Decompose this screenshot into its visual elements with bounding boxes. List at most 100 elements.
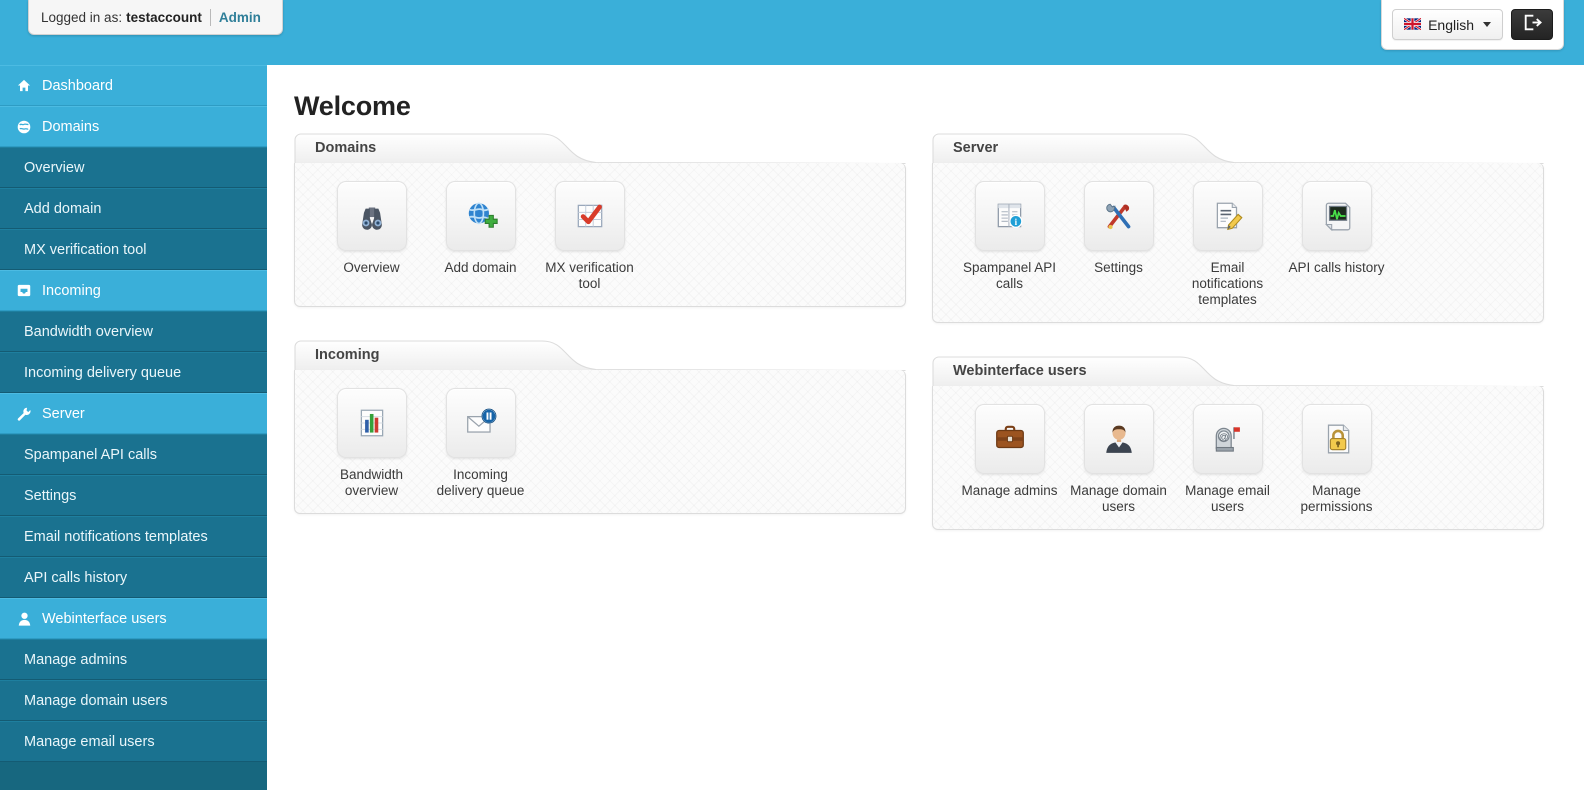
- sidebar-item-webinterface-users[interactable]: Webinterface users: [0, 598, 267, 639]
- sidebar-item-server[interactable]: Server: [0, 393, 267, 434]
- sidebar-item-label: Server: [42, 405, 85, 422]
- tile-overview[interactable]: Overview: [317, 181, 426, 276]
- tile-api-calls-history[interactable]: API calls history: [1282, 181, 1391, 276]
- tile-label: MX verification tool: [545, 260, 634, 291]
- sidebar-item-label: Bandwidth overview: [24, 323, 153, 340]
- sidebar-item-label: Webinterface users: [42, 610, 167, 627]
- tile-label: Email notifications templates: [1191, 260, 1264, 307]
- tile-mx-verification-tool[interactable]: MX verification tool: [535, 181, 644, 292]
- tile-label: API calls history: [1288, 260, 1385, 275]
- panel-header-webinterface-users: Webinterface users: [932, 356, 1544, 387]
- header-controls: English: [1381, 0, 1564, 50]
- inbox-icon: [14, 283, 34, 299]
- monitor-graph-icon: [1301, 181, 1372, 251]
- sidebar-item-label: MX verification tool: [24, 241, 147, 258]
- tile-label: Overview: [343, 260, 400, 275]
- language-selector[interactable]: English: [1392, 9, 1503, 40]
- logged-in-label: Logged in as:: [41, 9, 123, 25]
- tile-manage-permissions[interactable]: Manage permissions: [1282, 404, 1391, 515]
- panel-webinterface-users: Webinterface users Manage admins Manage do…: [932, 356, 1544, 530]
- tile-manage-domain-users[interactable]: Manage domain users: [1064, 404, 1173, 515]
- main-content: Welcome Domains Overview Add domain MX veri…: [267, 65, 1584, 790]
- sidebar-item-mx-verification-tool[interactable]: MX verification tool: [0, 229, 267, 270]
- home-icon: [14, 78, 34, 94]
- bar-chart-icon: [336, 388, 407, 458]
- panel-title: Domains: [315, 140, 377, 156]
- panel-body-server: i Spampanel API calls Settings Email notifi…: [932, 163, 1544, 323]
- admin-role-link[interactable]: Admin: [219, 10, 261, 25]
- account-name: testaccount: [126, 9, 202, 25]
- envelope-pause-icon: [445, 388, 516, 458]
- tile-manage-email-users[interactable]: @ Manage email users: [1173, 404, 1282, 515]
- wrench-icon: [14, 406, 34, 422]
- panel-incoming: Incoming Bandwidth overview Incoming deliv…: [294, 340, 906, 514]
- sidebar-item-label: Manage email users: [24, 733, 155, 750]
- document-info-icon: i: [974, 181, 1045, 251]
- sidebar-item-settings[interactable]: Settings: [0, 475, 267, 516]
- sidebar-item-incoming-delivery-queue[interactable]: Incoming delivery queue: [0, 352, 267, 393]
- tile-label: Manage email users: [1185, 483, 1270, 514]
- checkmark-grid-icon: [554, 181, 625, 251]
- logout-button[interactable]: [1511, 9, 1553, 40]
- tile-label: Manage admins: [961, 483, 1058, 498]
- sidebar-item-label: API calls history: [24, 569, 128, 586]
- sidebar-item-manage-domain-users[interactable]: Manage domain users: [0, 680, 267, 721]
- tile-label: Add domain: [444, 260, 517, 275]
- sidebar-item-bandwidth-overview[interactable]: Bandwidth overview: [0, 311, 267, 352]
- user-icon: [14, 611, 34, 627]
- uk-flag-icon: [1403, 16, 1422, 33]
- svg-text:@: @: [1218, 432, 1228, 443]
- sidebar-item-label: Dashboard: [42, 77, 113, 94]
- sidebar-item-label: Manage domain users: [24, 692, 168, 709]
- chevron-down-icon: [1483, 22, 1491, 27]
- tile-label: Manage domain users: [1070, 483, 1167, 514]
- logged-in-status-box: Logged in as: testaccount Admin: [28, 0, 283, 35]
- sidebar-item-dashboard[interactable]: Dashboard: [0, 65, 267, 106]
- panel-title: Webinterface users: [953, 363, 1087, 379]
- businessperson-icon: [1083, 404, 1154, 474]
- sidebar-item-label: Overview: [24, 159, 85, 176]
- padlock-document-icon: [1301, 404, 1372, 474]
- binoculars-icon: [336, 181, 407, 251]
- globe-icon: [14, 119, 34, 135]
- panel-header-domains: Domains: [294, 133, 906, 164]
- tile-bandwidth-overview[interactable]: Bandwidth overview: [317, 388, 426, 499]
- panel-body-domains: Overview Add domain MX verification tool: [294, 163, 906, 307]
- panel-server: Server i Spampanel API calls Settings Email …: [932, 133, 1544, 323]
- language-label: English: [1428, 16, 1474, 33]
- sidebar-item-email-notifications-templates[interactable]: Email notifications templates: [0, 516, 267, 557]
- tile-label: Settings: [1094, 260, 1143, 275]
- sidebar-item-manage-email-users[interactable]: Manage email users: [0, 721, 267, 762]
- sidebar-item-domains[interactable]: Domains: [0, 106, 267, 147]
- sidebar-item-manage-admins[interactable]: Manage admins: [0, 639, 267, 680]
- panel-domains: Domains Overview Add domain MX verification…: [294, 133, 906, 307]
- sidebar-item-label: Manage admins: [24, 651, 128, 668]
- panel-body-incoming: Bandwidth overview Incoming delivery queu…: [294, 370, 906, 514]
- tools-icon: [1083, 181, 1154, 251]
- page-title: Welcome: [294, 91, 411, 121]
- sidebar-item-label: Settings: [24, 487, 77, 504]
- tile-settings[interactable]: Settings: [1064, 181, 1173, 276]
- sidebar-item-spampanel-api-calls[interactable]: Spampanel API calls: [0, 434, 267, 475]
- panel-body-webinterface-users: Manage admins Manage domain users @ Manage …: [932, 386, 1544, 530]
- panel-title: Incoming: [315, 347, 380, 363]
- tile-manage-admins[interactable]: Manage admins: [955, 404, 1064, 499]
- tile-spampanel-api-calls[interactable]: i Spampanel API calls: [955, 181, 1064, 292]
- sidebar-item-add-domain[interactable]: Add domain: [0, 188, 267, 229]
- sidebar-item-incoming[interactable]: Incoming: [0, 270, 267, 311]
- globe-add-icon: [445, 181, 516, 251]
- sidebar-item-label: Add domain: [24, 200, 102, 217]
- sidebar-item-label: Spampanel API calls: [24, 446, 157, 463]
- tile-email-notifications-templates[interactable]: Email notifications templates: [1173, 181, 1282, 308]
- sidebar-item-label: Domains: [42, 118, 100, 135]
- panel-header-incoming: Incoming: [294, 340, 906, 371]
- sidebar-item-label: Email notifications templates: [24, 528, 208, 545]
- panel-header-server: Server: [932, 133, 1544, 164]
- document-pencil-icon: [1192, 181, 1263, 251]
- sidebar-item-label: Incoming: [42, 282, 101, 299]
- tile-add-domain[interactable]: Add domain: [426, 181, 535, 276]
- sidebar-item-api-calls-history[interactable]: API calls history: [0, 557, 267, 598]
- briefcase-icon: [974, 404, 1045, 474]
- tile-incoming-delivery-queue[interactable]: Incoming delivery queue: [426, 388, 535, 499]
- sidebar-item-overview[interactable]: Overview: [0, 147, 267, 188]
